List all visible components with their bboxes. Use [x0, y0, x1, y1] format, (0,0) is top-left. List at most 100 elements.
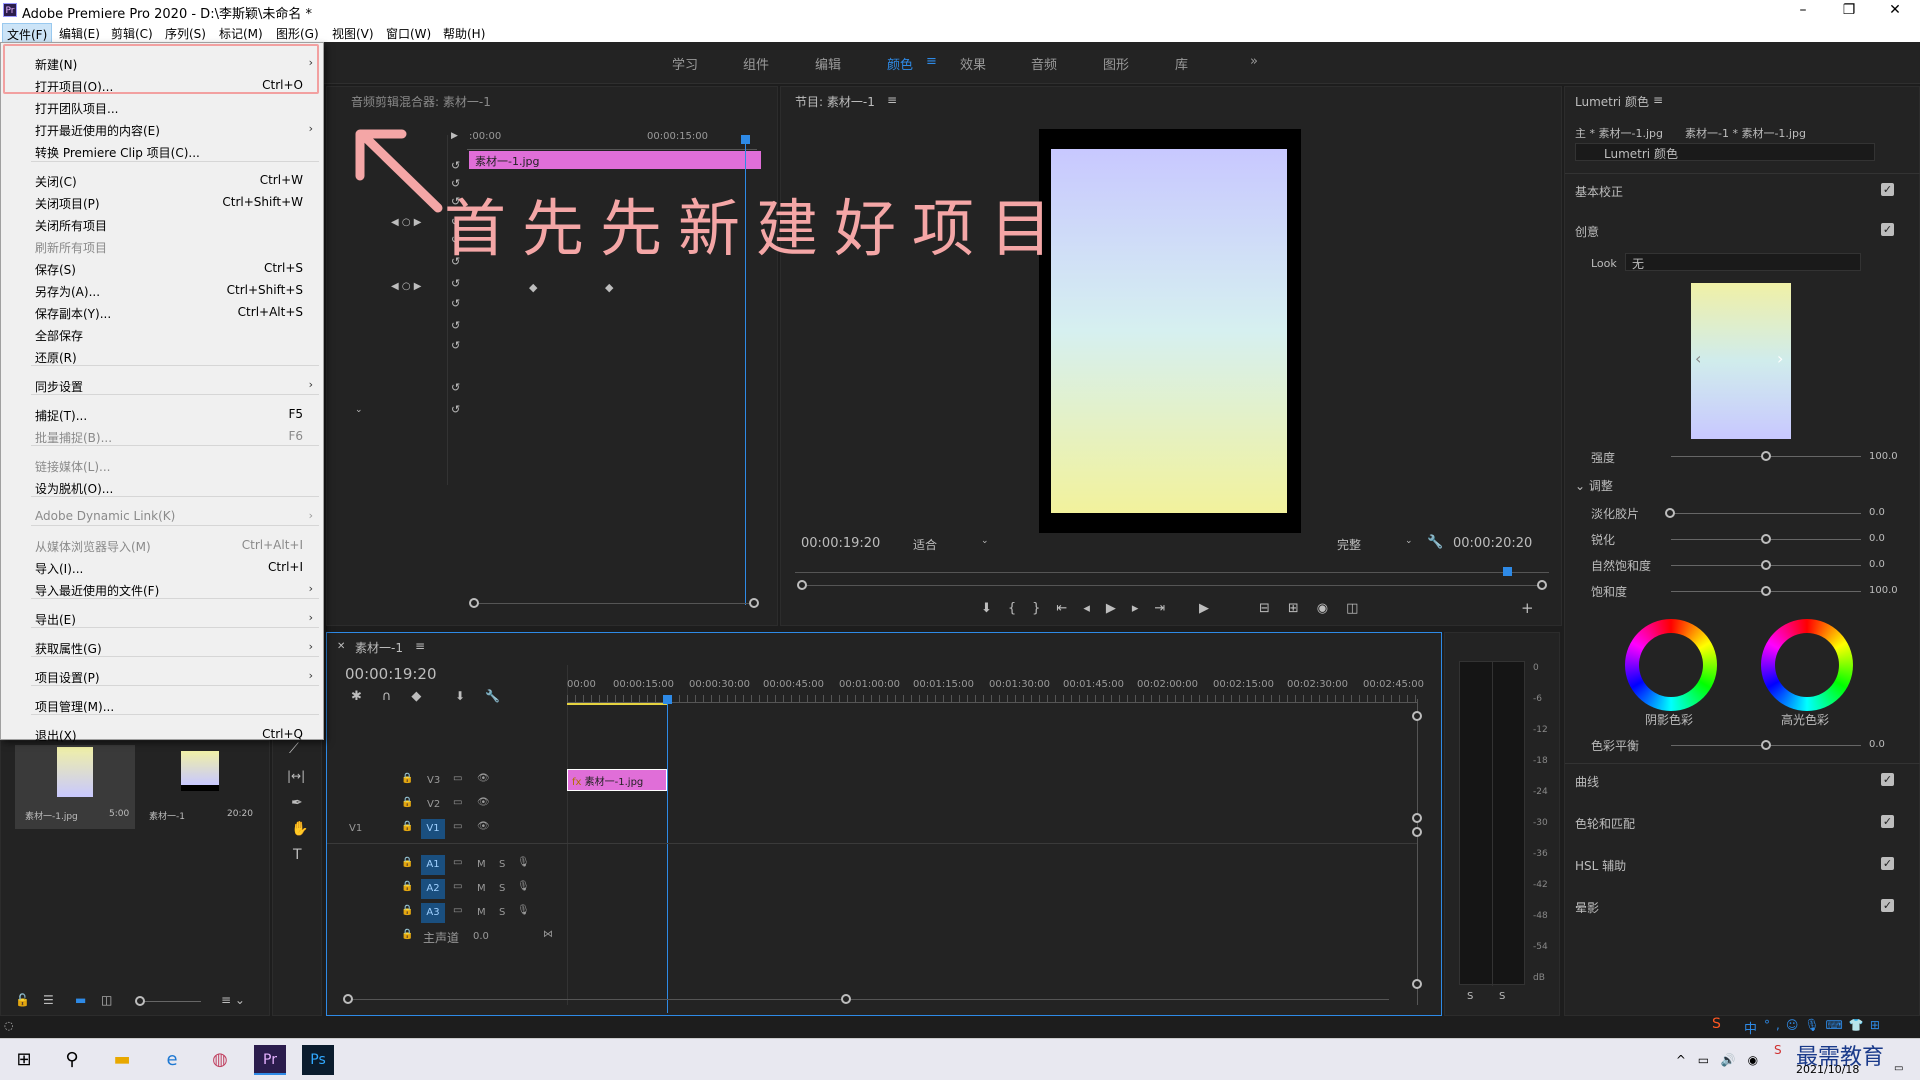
scroll-handle[interactable]	[841, 994, 851, 1004]
fx-dropdown[interactable]: Lumetri 颜色	[1575, 143, 1875, 161]
sharpen-value[interactable]: 0.0	[1869, 533, 1885, 544]
program-timecode[interactable]: 00:00:19:20	[801, 536, 880, 551]
lumetri-source[interactable]: 主 * 素材一-1.jpg	[1575, 125, 1663, 141]
enable-checkbox[interactable]: ✓	[1881, 857, 1894, 870]
chevron-down-icon[interactable]: ⌄	[981, 536, 989, 546]
scroll-handle[interactable]	[1412, 979, 1422, 989]
notification-icon[interactable]: ▭	[1894, 1063, 1903, 1074]
reset-icon[interactable]: ↺	[451, 319, 460, 332]
workspace-tab-audio[interactable]: 音频	[1031, 54, 1057, 73]
meter-solo-button[interactable]: S	[1467, 991, 1473, 1002]
timeline-ruler[interactable]	[567, 695, 1417, 703]
scroll-handle-right[interactable]	[749, 598, 759, 608]
highlight-color-wheel[interactable]	[1761, 619, 1853, 711]
reset-icon[interactable]: ↺	[451, 403, 460, 416]
source-scrollbar[interactable]	[475, 603, 755, 604]
look-preview[interactable]	[1691, 283, 1791, 439]
windows-start-icon[interactable]: ⊞	[8, 1045, 40, 1075]
project-item[interactable]: 素材一-1 20:20	[141, 745, 261, 829]
vibrance-knob[interactable]	[1761, 560, 1771, 570]
timeline-snap-tools[interactable]: ✱∩◆	[351, 689, 441, 704]
color-balance-knob[interactable]	[1761, 740, 1771, 750]
workspace-tab-effects[interactable]: 效果	[960, 54, 986, 73]
tray-app-icon[interactable]: S	[1774, 1043, 1782, 1057]
menu-window[interactable]: 窗口(W)	[386, 25, 431, 42]
file-menu-item[interactable]: 获取属性(G)	[35, 640, 102, 657]
fade-value[interactable]: 0.0	[1869, 507, 1885, 518]
ime-toolbar-icons[interactable]: °,☺🎙⌨👕⊞	[1764, 1018, 1886, 1032]
source-playhead-handle[interactable]	[741, 135, 750, 144]
lock-icon[interactable]: 🔓	[15, 993, 30, 1007]
bowtie-icon[interactable]: ⋈	[543, 929, 553, 949]
system-tray-icons[interactable]: ^ ▭ 🔊 ◉	[1664, 1045, 1774, 1075]
transport-controls[interactable]: ⬇{}⇤◂▶▸⇥	[981, 601, 1181, 616]
section-hsl[interactable]: HSL 辅助	[1575, 857, 1626, 874]
file-menu-item[interactable]: 导入(I)...	[35, 560, 83, 577]
slip-tool-icon[interactable]: |↔|	[287, 769, 305, 783]
eye-icon[interactable]: 👁	[477, 773, 490, 793]
sort-icon[interactable]: ≡ ⌄	[221, 993, 245, 1007]
workspace-tab-graphics[interactable]: 图形	[1103, 54, 1129, 73]
scroll-handle[interactable]	[1412, 813, 1422, 823]
look-dropdown[interactable]: 无	[1625, 253, 1861, 271]
solo-button[interactable]: S	[499, 883, 505, 903]
search-icon[interactable]: ⚲	[56, 1045, 88, 1075]
mute-button[interactable]: M	[477, 883, 486, 903]
file-menu-item[interactable]: 打开最近使用的内容(E)	[35, 122, 160, 139]
file-menu-item[interactable]: 另存为(A)...	[35, 283, 100, 300]
wrench-icon[interactable]: 🔧	[1427, 535, 1443, 550]
keyframe-icon[interactable]: ◆	[529, 281, 537, 294]
track-output-icon[interactable]: ▭	[453, 797, 462, 817]
photoshop-taskbar-icon[interactable]: Ps	[302, 1045, 334, 1075]
minimize-icon[interactable]: –	[1780, 0, 1826, 22]
file-menu-item[interactable]: 还原(R)	[35, 349, 77, 366]
add-button-icon[interactable]: +	[1521, 599, 1534, 617]
mic-icon[interactable]: 🎙	[517, 905, 530, 925]
list-view-icon[interactable]: ☰	[43, 993, 54, 1007]
workspace-tab-assembly[interactable]: 组件	[743, 54, 769, 73]
thumbnail-zoom-slider[interactable]	[141, 1001, 201, 1002]
reset-icon[interactable]: ↺	[451, 381, 460, 394]
track-output-icon[interactable]: ▭	[453, 773, 462, 793]
zoom-knob[interactable]	[135, 996, 145, 1006]
file-menu-item[interactable]: 转换 Premiere Clip 项目(C)...	[35, 144, 200, 161]
file-menu-item[interactable]: 项目管理(M)...	[35, 698, 114, 715]
fit-dropdown[interactable]: 适合	[913, 536, 937, 553]
mute-button[interactable]: M	[477, 859, 486, 879]
workspace-tab-libraries[interactable]: 库	[1175, 54, 1188, 73]
horizontal-scrollbar[interactable]	[349, 999, 1389, 1000]
timeline-playhead[interactable]	[667, 703, 668, 1013]
saturation-value[interactable]: 100.0	[1869, 585, 1898, 596]
menu-view[interactable]: 视图(V)	[332, 25, 374, 42]
reset-icon[interactable]: ↺	[451, 339, 460, 352]
wrench-icon[interactable]: 🔧	[485, 689, 500, 703]
meter-solo-button[interactable]: S	[1499, 991, 1505, 1002]
lift-extract-export-icons[interactable]: ⊟⊞◉◫	[1259, 601, 1376, 616]
track-target-a2[interactable]: A2	[421, 879, 445, 899]
hand-icon[interactable]: ✋	[291, 821, 308, 837]
saturation-knob[interactable]	[1761, 586, 1771, 596]
track-target-v1[interactable]: V1	[421, 819, 445, 839]
adjust-toggle[interactable]: ⌄ 调整	[1575, 477, 1613, 494]
section-creative[interactable]: 创意	[1575, 223, 1599, 240]
color-balance-value[interactable]: 0.0	[1869, 739, 1885, 750]
project-item[interactable]: 素材一-1.jpg 5:00	[15, 745, 135, 829]
reset-icon[interactable]: ↺	[451, 277, 460, 290]
intensity-value[interactable]: 100.0	[1869, 451, 1898, 462]
scroll-handle-left[interactable]	[469, 598, 479, 608]
file-menu-item[interactable]: 打开团队项目...	[35, 100, 118, 117]
shadow-color-wheel[interactable]	[1625, 619, 1717, 711]
file-explorer-icon[interactable]: ▬	[106, 1045, 138, 1075]
enable-checkbox[interactable]: ✓	[1881, 223, 1894, 236]
keyframe-nav-icon[interactable]: ◀ ○ ▶	[391, 217, 421, 228]
type-tool-icon[interactable]: T	[293, 847, 302, 863]
workspace-tab-editing[interactable]: 编辑	[815, 54, 841, 73]
track-output-icon[interactable]: ▭	[453, 821, 462, 841]
track-lock-icon[interactable]: 🔒	[401, 929, 413, 949]
menu-clip[interactable]: 剪辑(C)	[111, 25, 153, 42]
sogou-ime-icon[interactable]: S	[1712, 1016, 1721, 1032]
track-output-icon[interactable]: ▭	[453, 881, 462, 901]
section-basic-correction[interactable]: 基本校正	[1575, 183, 1623, 200]
section-curves[interactable]: 曲线	[1575, 773, 1599, 790]
more-workspaces-icon[interactable]: »	[1250, 54, 1258, 69]
